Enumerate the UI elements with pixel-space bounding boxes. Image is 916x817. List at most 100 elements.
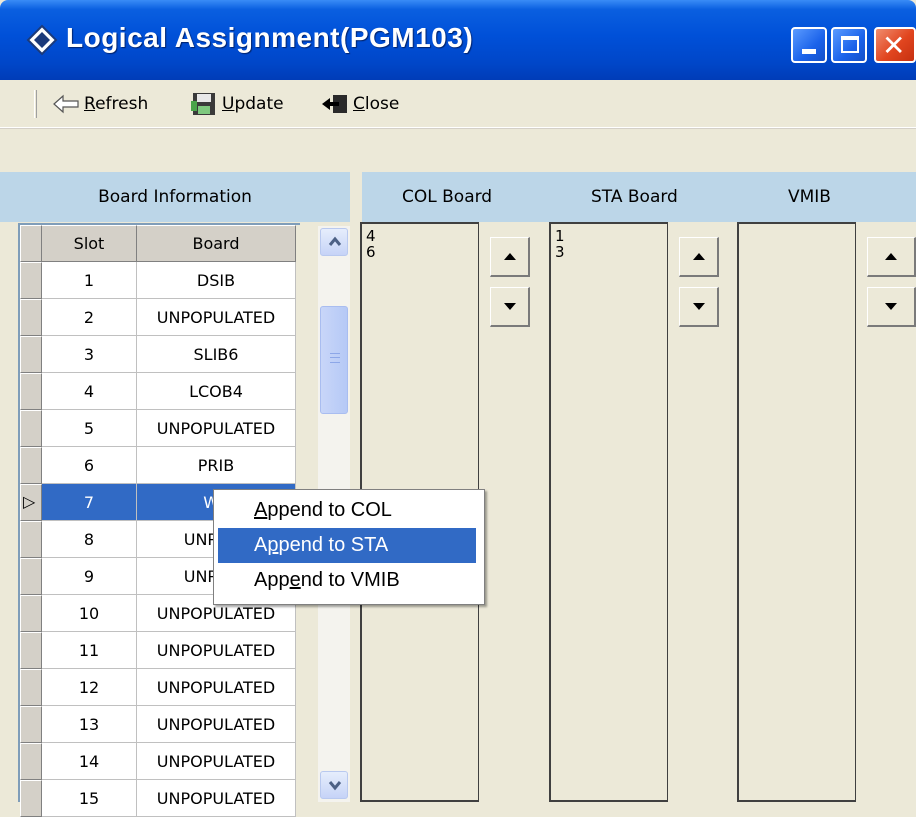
table-row[interactable]: 5 UNPOPULATED <box>20 410 296 447</box>
close-button[interactable]: Close <box>321 90 399 118</box>
row-selector[interactable] <box>20 706 42 743</box>
scroll-up-button[interactable] <box>320 228 348 256</box>
row-selector[interactable] <box>20 373 42 410</box>
table-row[interactable]: 13 UNPOPULATED <box>20 706 296 743</box>
slot-cell[interactable]: 10 <box>42 595 137 632</box>
close-label: Close <box>353 94 400 114</box>
board-cell[interactable]: UNPOPULATED <box>137 706 296 743</box>
board-cell[interactable]: LCOB4 <box>137 373 296 410</box>
board-information-header: Board Information <box>0 172 350 222</box>
board-cell[interactable]: UNPOPULATED <box>137 410 296 447</box>
minimize-button[interactable] <box>791 27 827 63</box>
table-row[interactable]: 11 UNPOPULATED <box>20 632 296 669</box>
down-triangle-icon <box>503 303 516 310</box>
vmib-move-down-button[interactable] <box>867 287 916 327</box>
list-item[interactable]: 4 <box>366 228 474 244</box>
slot-cell[interactable]: 3 <box>42 336 137 373</box>
slot-cell[interactable]: 6 <box>42 447 137 484</box>
slot-cell[interactable]: 12 <box>42 669 137 706</box>
table-row[interactable]: 6 PRIB <box>20 447 296 484</box>
row-selector[interactable] <box>20 447 42 484</box>
vmib-move-up-button[interactable] <box>867 237 916 277</box>
save-disk-icon <box>191 93 215 115</box>
slot-cell[interactable]: 2 <box>42 299 137 336</box>
toolbar-grip[interactable] <box>34 90 37 118</box>
slot-column-header[interactable]: Slot <box>42 225 137 262</box>
row-selector[interactable] <box>20 595 42 632</box>
table-row[interactable]: 2 UNPOPULATED <box>20 299 296 336</box>
row-selector[interactable] <box>20 669 42 706</box>
menu-text: ppend to COL <box>267 499 392 521</box>
menu-text: nd to VMIB <box>300 569 400 591</box>
row-selector[interactable] <box>20 336 42 373</box>
slot-cell[interactable]: 4 <box>42 373 137 410</box>
row-selector[interactable] <box>20 262 42 299</box>
append-to-vmib-menu-item[interactable]: App e nd to VMIB <box>214 563 484 598</box>
append-to-sta-menu-item[interactable]: Ap pend to STA <box>218 528 476 563</box>
scroll-down-button[interactable] <box>320 771 348 799</box>
slot-cell[interactable]: 14 <box>42 743 137 780</box>
list-item[interactable]: 6 <box>366 244 474 260</box>
exit-door-icon <box>322 95 347 113</box>
table-row[interactable]: 12 UNPOPULATED <box>20 669 296 706</box>
row-selector[interactable] <box>20 299 42 336</box>
table-row[interactable]: 3 SLIB6 <box>20 336 296 373</box>
board-cell[interactable]: PRIB <box>137 447 296 484</box>
col-board-header: COL Board <box>402 187 493 207</box>
list-item[interactable]: 1 <box>555 228 663 244</box>
assignment-header: COL Board STA Board VMIB <box>362 172 916 222</box>
board-cell[interactable]: UNPOPULATED <box>137 780 296 817</box>
row-selector-header <box>20 225 42 262</box>
sta-move-up-button[interactable] <box>679 237 719 277</box>
list-item[interactable]: 3 <box>555 244 663 260</box>
slot-cell[interactable]: 11 <box>42 632 137 669</box>
row-selector[interactable] <box>20 632 42 669</box>
board-cell[interactable]: SLIB6 <box>137 336 296 373</box>
board-cell[interactable]: UNPOPULATED <box>137 632 296 669</box>
refresh-button[interactable]: Refresh <box>52 90 148 118</box>
close-window-button[interactable]: ✕ <box>874 27 916 63</box>
slot-cell[interactable]: 7 <box>42 484 137 521</box>
slot-cell[interactable]: 9 <box>42 558 137 595</box>
row-selector[interactable]: ▷ <box>20 484 42 521</box>
board-cell[interactable]: UNPOPULATED <box>137 299 296 336</box>
toolbar-spacer <box>0 128 916 172</box>
col-move-down-button[interactable] <box>490 287 530 327</box>
slot-cell[interactable]: 15 <box>42 780 137 817</box>
slot-cell[interactable]: 13 <box>42 706 137 743</box>
row-selector[interactable] <box>20 410 42 447</box>
maximize-icon <box>841 36 859 53</box>
slot-cell[interactable]: 5 <box>42 410 137 447</box>
table-row[interactable]: 15 UNPOPULATED <box>20 780 296 817</box>
title-bar[interactable]: Logical Assignment(PGM103) ✕ <box>0 0 916 80</box>
slot-cell[interactable]: 1 <box>42 262 137 299</box>
board-cell[interactable]: DSIB <box>137 262 296 299</box>
row-selector[interactable] <box>20 558 42 595</box>
menu-text: A <box>254 534 268 556</box>
row-selector[interactable] <box>20 780 42 817</box>
row-selector[interactable] <box>20 743 42 780</box>
down-triangle-icon <box>885 303 897 310</box>
vmib-list[interactable] <box>737 222 856 802</box>
sta-move-down-button[interactable] <box>679 287 719 327</box>
menu-text: pend to STA <box>278 534 389 556</box>
maximize-button[interactable] <box>831 27 867 63</box>
board-cell[interactable]: UNPOPULATED <box>137 743 296 780</box>
scroll-thumb[interactable] <box>320 306 348 414</box>
table-row[interactable]: 14 UNPOPULATED <box>20 743 296 780</box>
chevron-up-icon <box>328 236 342 246</box>
slot-cell[interactable]: 8 <box>42 521 137 558</box>
row-selector[interactable] <box>20 521 42 558</box>
sta-board-list[interactable]: 13 <box>549 222 668 802</box>
update-button[interactable]: Update <box>190 90 284 118</box>
app-diamond-icon <box>26 24 58 56</box>
refresh-label: Refresh <box>84 94 149 114</box>
append-to-col-menu-item[interactable]: Append to COL <box>214 493 484 528</box>
grid-header-row: Slot Board <box>20 225 296 262</box>
table-row[interactable]: 4 LCOB4 <box>20 373 296 410</box>
board-column-header[interactable]: Board <box>137 225 296 262</box>
col-move-up-button[interactable] <box>490 237 530 277</box>
table-row[interactable]: 1 DSIB <box>20 262 296 299</box>
menu-mnemonic: p <box>267 534 279 556</box>
board-cell[interactable]: UNPOPULATED <box>137 669 296 706</box>
